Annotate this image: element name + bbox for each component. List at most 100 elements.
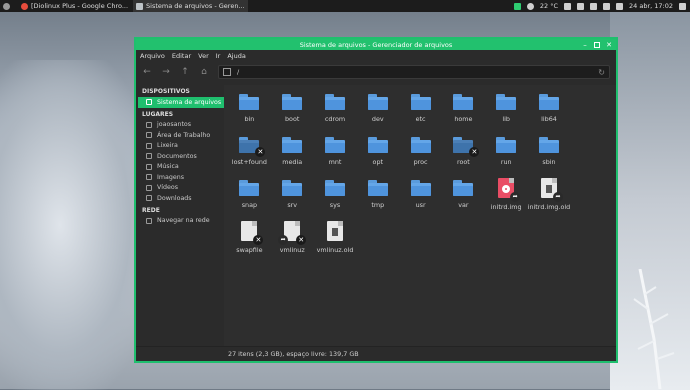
weather-text[interactable]: 22 °C — [540, 2, 558, 10]
file-name: run — [500, 158, 512, 166]
home-icon[interactable]: ⌂ — [199, 67, 209, 77]
sidebar-item[interactable]: Vídeos — [138, 183, 224, 194]
file-item[interactable]: vmlinuz.old — [314, 218, 357, 261]
file-item[interactable]: boot — [271, 89, 314, 132]
file-item[interactable]: ✕ ➦ vmlinuz — [271, 218, 314, 261]
file-item[interactable]: tmp — [356, 175, 399, 218]
sidebar-item-label: Imagens — [157, 173, 184, 181]
update-icon[interactable] — [564, 2, 572, 10]
taskbar-app-menu[interactable] — [0, 0, 16, 12]
folder-icon — [239, 180, 260, 196]
window-controls: – ✕ — [582, 39, 612, 50]
sidebar-item[interactable]: Documentos — [138, 151, 224, 162]
sidebar-item[interactable]: Imagens — [138, 172, 224, 183]
file-item[interactable]: run — [485, 132, 528, 175]
pictures-icon — [146, 174, 152, 181]
file-name: lib64 — [541, 115, 557, 123]
symlink-emblem-icon: ➦ — [510, 192, 521, 202]
file-name: sys — [329, 201, 341, 209]
file-item[interactable]: opt — [356, 132, 399, 175]
file-item[interactable]: ✕ swapfile — [228, 218, 271, 261]
file-item[interactable]: mnt — [314, 132, 357, 175]
wallpaper-snow — [0, 60, 150, 390]
window-titlebar[interactable]: Sistema de arquivos - Gerenciador de arq… — [136, 39, 616, 50]
sidebar-heading: DISPOSITIVOS — [142, 88, 190, 95]
notification-icon[interactable] — [616, 2, 624, 10]
file-item[interactable]: lib — [485, 89, 528, 132]
file-item[interactable]: ✕ lost+found — [228, 132, 271, 175]
forward-icon[interactable]: → — [161, 67, 171, 77]
sidebar-item-label: Vídeos — [157, 184, 179, 192]
file-name: root — [456, 158, 470, 166]
sidebar-item[interactable]: Lixeira — [138, 141, 224, 152]
location-path: / — [237, 68, 240, 76]
file-item[interactable]: etc — [399, 89, 442, 132]
sidebar: DISPOSITIVOS Sistema de arquivos LUGARES jo… — [138, 85, 224, 347]
sidebar-item[interactable]: Música — [138, 162, 224, 173]
sidebar-item[interactable]: Navegar na rede — [138, 216, 224, 227]
volume-icon[interactable] — [603, 2, 611, 10]
top-panel: [Diolinux Plus - Google Chro... Sistema … — [0, 0, 690, 12]
file-item[interactable]: ➦ initrd.img — [485, 175, 528, 218]
file-name: initrd.img — [490, 203, 522, 211]
file-name: swapfile — [236, 246, 263, 254]
menu-go[interactable]: Ir — [216, 52, 221, 60]
sidebar-item[interactable]: joaosantos — [138, 120, 224, 131]
menu-help[interactable]: Ajuda — [227, 52, 245, 60]
file-item[interactable]: snap — [228, 175, 271, 218]
file-item[interactable]: bin — [228, 89, 271, 132]
back-icon[interactable]: ← — [142, 67, 152, 77]
file-item[interactable]: usr — [399, 175, 442, 218]
menu-edit[interactable]: Editar — [172, 52, 191, 60]
file-name: boot — [285, 115, 300, 123]
file-item[interactable]: var — [442, 175, 485, 218]
file-item[interactable]: ➦ initrd.img.old — [528, 175, 571, 218]
tray-app-icon[interactable] — [513, 2, 521, 10]
location-bar[interactable]: / ↻ — [218, 65, 610, 79]
sidebar-item[interactable]: Área de Trabalho — [138, 130, 224, 141]
folder-icon — [324, 137, 345, 153]
file-manager-window: Sistema de arquivos - Gerenciador de arq… — [134, 37, 618, 363]
file-item[interactable]: proc — [399, 132, 442, 175]
file-item[interactable]: srv — [271, 175, 314, 218]
close-icon[interactable]: ✕ — [606, 41, 612, 48]
minimize-icon[interactable]: – — [582, 41, 588, 48]
taskbar-task-filemanager[interactable]: Sistema de arquivos - Geren... — [133, 0, 248, 12]
bluetooth-icon[interactable] — [577, 2, 585, 10]
window-title: Sistema de arquivos - Gerenciador de arq… — [299, 40, 453, 49]
menu-file[interactable]: Arquivo — [140, 52, 165, 60]
sidebar-item[interactable]: Downloads — [138, 193, 224, 204]
menu-view[interactable]: Ver — [198, 52, 209, 60]
power-icon[interactable] — [679, 2, 686, 10]
file-name: media — [282, 158, 303, 166]
sidebar-item-label: Área de Trabalho — [157, 131, 211, 139]
file-name: tmp — [371, 201, 385, 209]
app-menu-icon — [3, 2, 10, 10]
videos-icon — [146, 184, 152, 191]
sidebar-item[interactable]: Sistema de arquivos — [138, 97, 224, 108]
taskbar-task-chrome[interactable]: [Diolinux Plus - Google Chro... — [18, 0, 131, 12]
wifi-icon[interactable] — [590, 2, 598, 10]
folder-icon — [410, 180, 431, 196]
status-text: 27 itens (2,3 GB), espaço livre: 139,7 G… — [228, 350, 359, 358]
symlink-emblem-icon: ➦ — [552, 192, 563, 202]
no-access-emblem-icon: ✕ — [255, 147, 266, 157]
sidebar-item-label: Navegar na rede — [157, 217, 210, 225]
sidebar-heading: REDE — [142, 206, 160, 214]
file-name: dev — [371, 115, 384, 123]
file-grid: bin boot cdrom dev etc home lib lib64 ✕ lost+foun… — [224, 85, 616, 261]
system-tray: 22 °C 24 abr, 17:02 — [513, 0, 686, 12]
file-item[interactable]: ✕ root — [442, 132, 485, 175]
file-item[interactable]: dev — [356, 89, 399, 132]
file-item[interactable]: media — [271, 132, 314, 175]
maximize-icon[interactable] — [594, 41, 600, 48]
file-item[interactable]: lib64 — [528, 89, 571, 132]
file-item[interactable]: sys — [314, 175, 357, 218]
file-item[interactable]: home — [442, 89, 485, 132]
clock[interactable]: 24 abr, 17:02 — [629, 2, 673, 10]
file-item[interactable]: sbin — [528, 132, 571, 175]
file-item[interactable]: cdrom — [314, 89, 357, 132]
folder-icon — [282, 94, 303, 110]
up-icon[interactable]: ↑ — [180, 67, 190, 77]
reload-icon[interactable]: ↻ — [598, 68, 605, 77]
